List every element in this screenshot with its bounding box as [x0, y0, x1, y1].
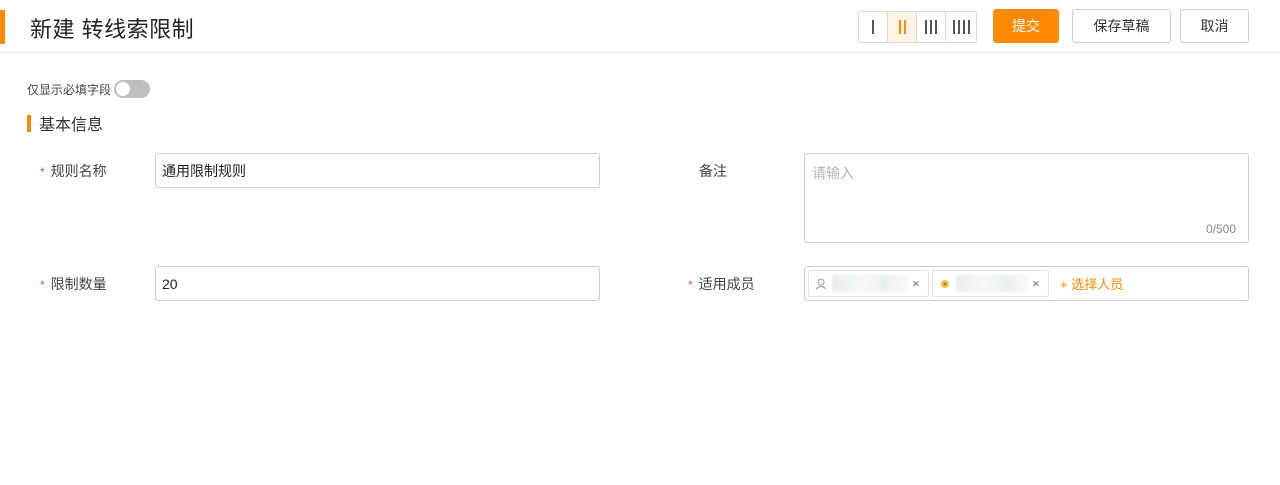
limit-count-input[interactable]: [155, 266, 600, 301]
title-accent-bar: [0, 10, 5, 44]
rule-name-label: * 规则名称: [40, 163, 107, 179]
required-asterisk: *: [40, 165, 45, 179]
layout-four-column-button[interactable]: [946, 12, 976, 42]
submit-button[interactable]: 提交: [993, 9, 1059, 43]
note-char-counter: 0/500: [1205, 222, 1236, 236]
limit-count-label: * 限制数量: [40, 276, 107, 292]
required-asterisk: *: [688, 278, 693, 292]
member-name-redacted: [956, 275, 1028, 292]
member-tag: ×: [808, 270, 929, 297]
select-members-link[interactable]: + 选择人员: [1060, 274, 1123, 293]
required-only-toggle-row: 仅显示必填字段: [27, 80, 151, 98]
switch-knob: [116, 82, 131, 96]
note-textarea[interactable]: 请输入 0/500: [804, 153, 1249, 243]
save-draft-button[interactable]: 保存草稿: [1072, 9, 1171, 43]
page-header: 新建 转线索限制 提交 保存草稿 取消: [0, 0, 1280, 53]
rule-name-input[interactable]: [155, 153, 600, 188]
user-avatar-icon: [938, 277, 952, 291]
member-name-redacted: [832, 275, 908, 292]
note-label: 备注: [699, 163, 727, 179]
page-title: 新建 转线索限制: [30, 17, 195, 42]
note-placeholder: 请输入: [812, 165, 854, 181]
layout-three-column-button[interactable]: [917, 12, 946, 42]
member-tag: ×: [932, 270, 1049, 297]
section-header: 基本信息: [27, 111, 103, 135]
cancel-button[interactable]: 取消: [1180, 9, 1249, 43]
remove-member-icon[interactable]: ×: [912, 276, 920, 291]
required-only-label: 仅显示必填字段: [27, 82, 112, 97]
required-only-switch[interactable]: [114, 80, 151, 98]
section-title: 基本信息: [39, 117, 104, 134]
layout-two-column-button[interactable]: [888, 12, 917, 42]
members-selector[interactable]: × × + 选择人员: [804, 266, 1249, 301]
section-accent-bar: [27, 114, 31, 132]
remove-member-icon[interactable]: ×: [1032, 276, 1040, 291]
members-label: * 适用成员: [688, 276, 755, 292]
required-asterisk: *: [40, 278, 45, 292]
layout-one-column-button[interactable]: [859, 12, 888, 42]
column-layout-switcher: [858, 11, 977, 43]
user-avatar-icon: [814, 277, 828, 291]
